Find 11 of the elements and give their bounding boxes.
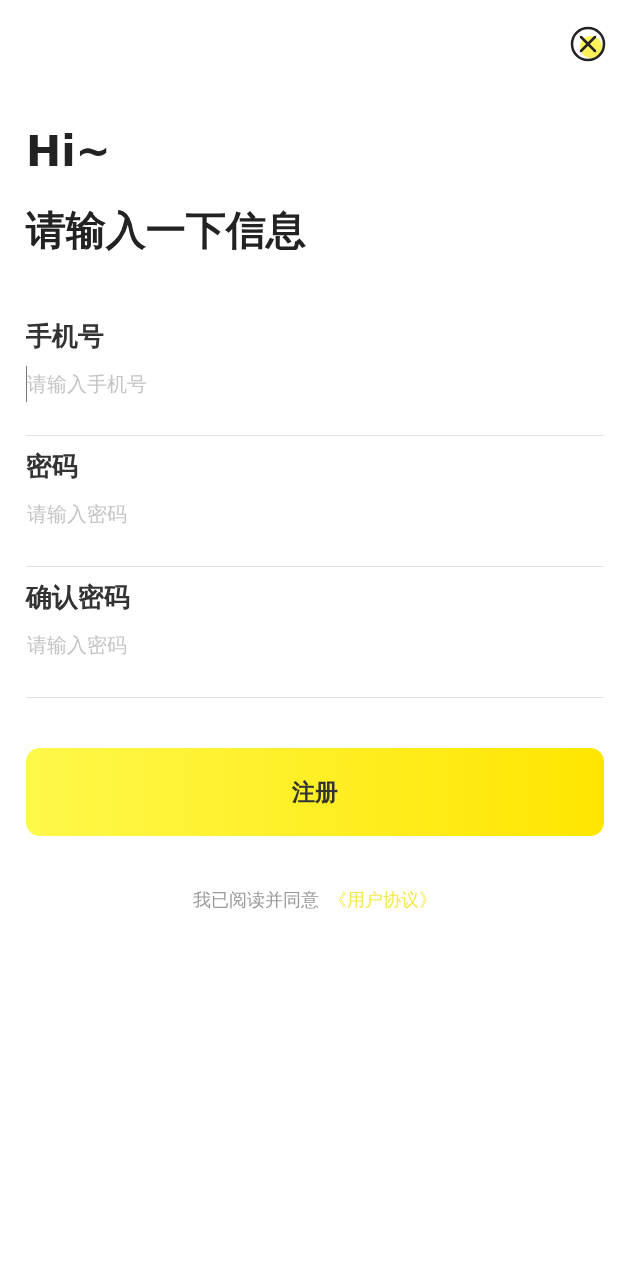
- input-field[interactable]: 请输入密码: [27, 633, 604, 657]
- register-button[interactable]: 注册: [26, 748, 604, 836]
- field-label: 手机号: [26, 320, 105, 353]
- greeting: Hi~: [26, 126, 112, 178]
- input-field[interactable]: 请输入手机号: [27, 372, 604, 396]
- heading: 请输入一下信息: [26, 206, 307, 255]
- field-label: 密码: [26, 450, 79, 483]
- close-icon[interactable]: [570, 26, 606, 62]
- agreement-text: 我已阅读并同意: [193, 888, 319, 912]
- field-label: 确认密码: [26, 581, 131, 614]
- input-field[interactable]: 请输入密码: [27, 502, 604, 526]
